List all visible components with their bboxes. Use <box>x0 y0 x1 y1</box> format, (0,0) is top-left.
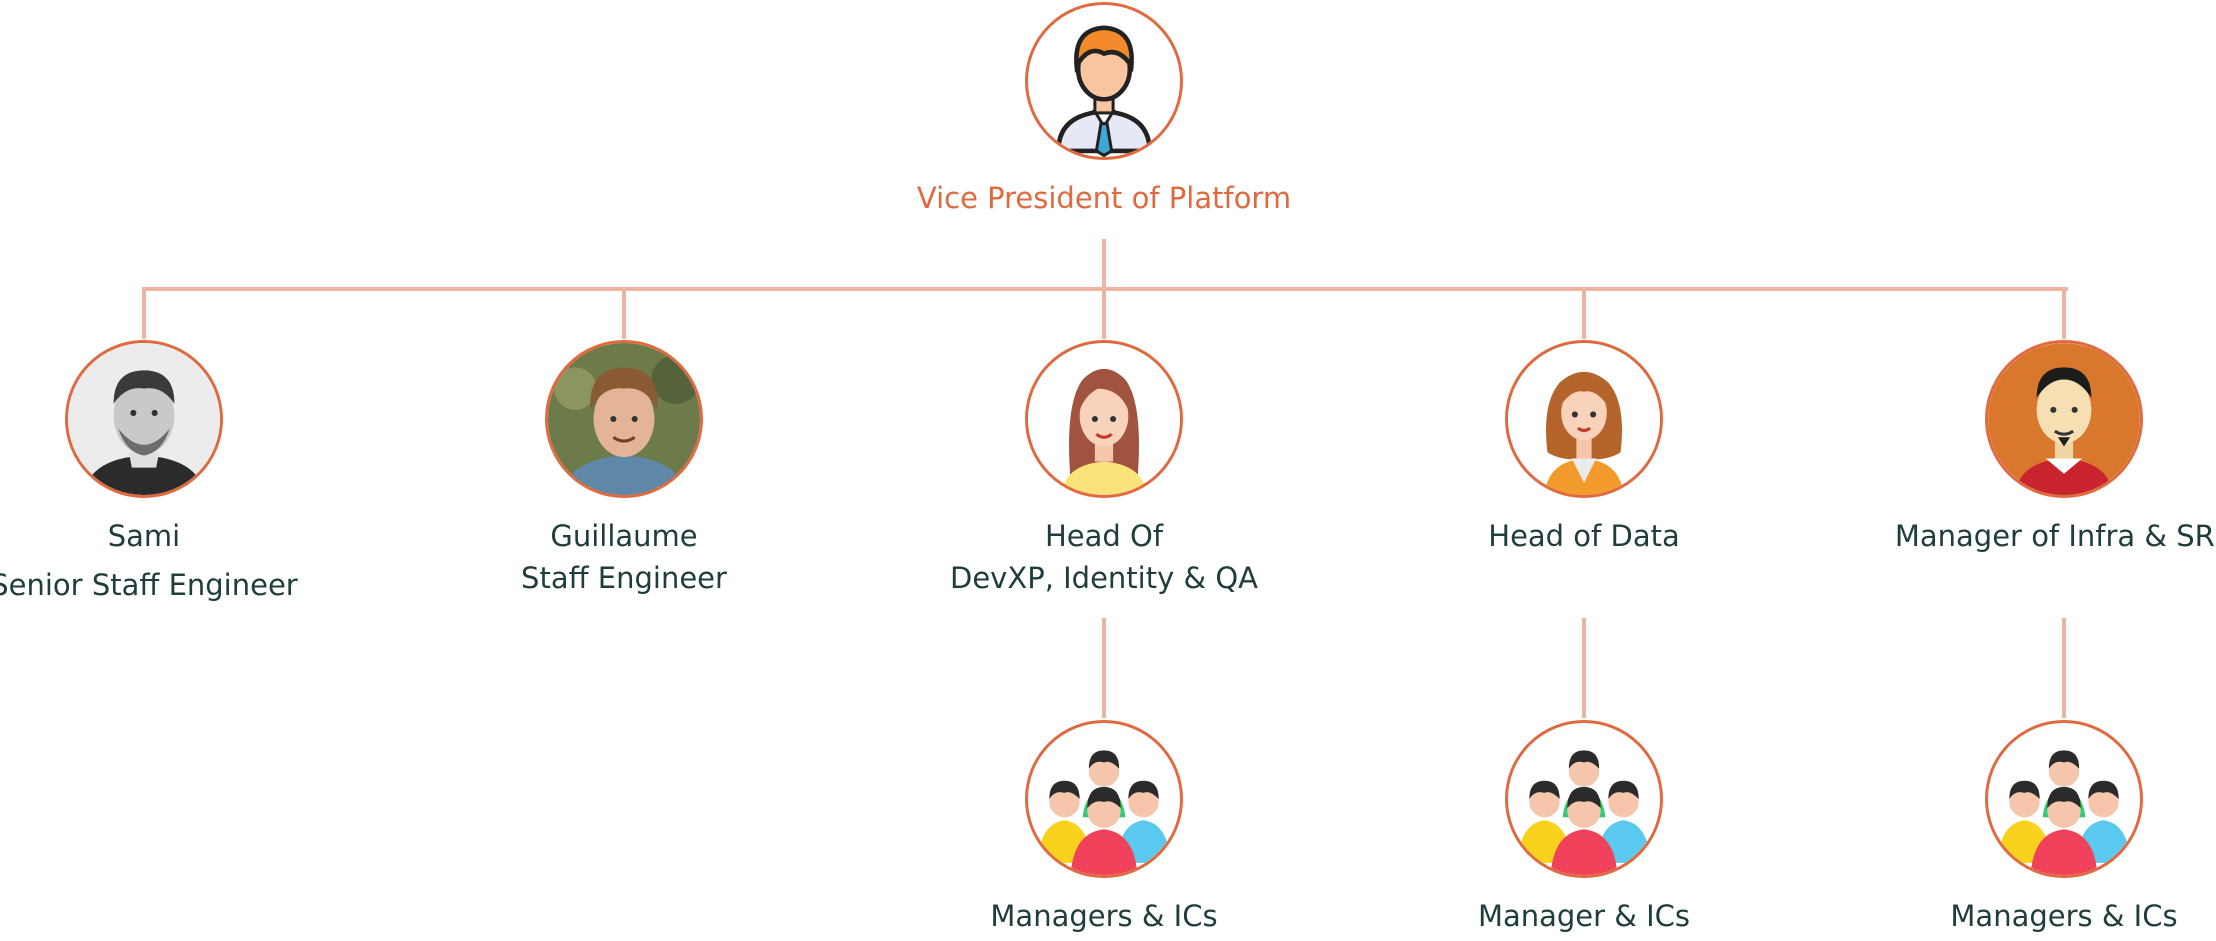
devxp-head-avatar[interactable] <box>1025 340 1183 498</box>
connector-devxp <box>1102 287 1106 339</box>
data-team-avatar[interactable] <box>1505 720 1663 878</box>
vp-title: Vice President of Platform <box>916 181 1292 215</box>
connector-data <box>1582 287 1586 339</box>
devxp-team-avatar[interactable] <box>1025 720 1183 878</box>
team-connector-infra <box>2062 618 2066 718</box>
connector-sami <box>142 287 146 339</box>
woman-avatar-icon <box>1508 343 1660 495</box>
infra-manager-avatar[interactable] <box>1985 340 2143 498</box>
team-group-icon <box>1028 723 1180 875</box>
vp-avatar[interactable] <box>1025 2 1183 160</box>
team-group-icon <box>1508 723 1660 875</box>
guillaume-avatar[interactable] <box>545 340 703 498</box>
man-avatar-icon <box>1988 343 2140 495</box>
sami-title: Senior Staff Engineer <box>0 568 298 602</box>
team-connector-data <box>1582 618 1586 718</box>
data-head-name: Head of Data <box>1488 519 1680 553</box>
team-group-icon <box>1988 723 2140 875</box>
root-connector <box>1102 239 1106 289</box>
photo-portrait-icon <box>548 343 700 495</box>
data-team-label: Manager & ICs <box>1477 899 1691 933</box>
team-connector-devxp <box>1102 618 1106 718</box>
data-head-avatar[interactable] <box>1505 340 1663 498</box>
infra-team-avatar[interactable] <box>1985 720 2143 878</box>
connector-infra <box>2062 287 2066 339</box>
photo-portrait-icon <box>68 343 220 495</box>
infra-team-label: Managers & ICs <box>1950 899 2178 933</box>
connector-guillaume <box>622 287 626 339</box>
sami-avatar[interactable] <box>65 340 223 498</box>
woman-avatar-icon <box>1028 343 1180 495</box>
infra-manager-name: Manager of Infra & SRE <box>1894 519 2216 553</box>
sami-name: Sami <box>107 519 181 553</box>
guillaume-title: Staff Engineer <box>521 561 727 595</box>
devxp-team-label: Managers & ICs <box>990 899 1218 933</box>
business-man-icon <box>1028 5 1180 157</box>
devxp-head-title: DevXP, Identity & QA <box>950 561 1258 595</box>
